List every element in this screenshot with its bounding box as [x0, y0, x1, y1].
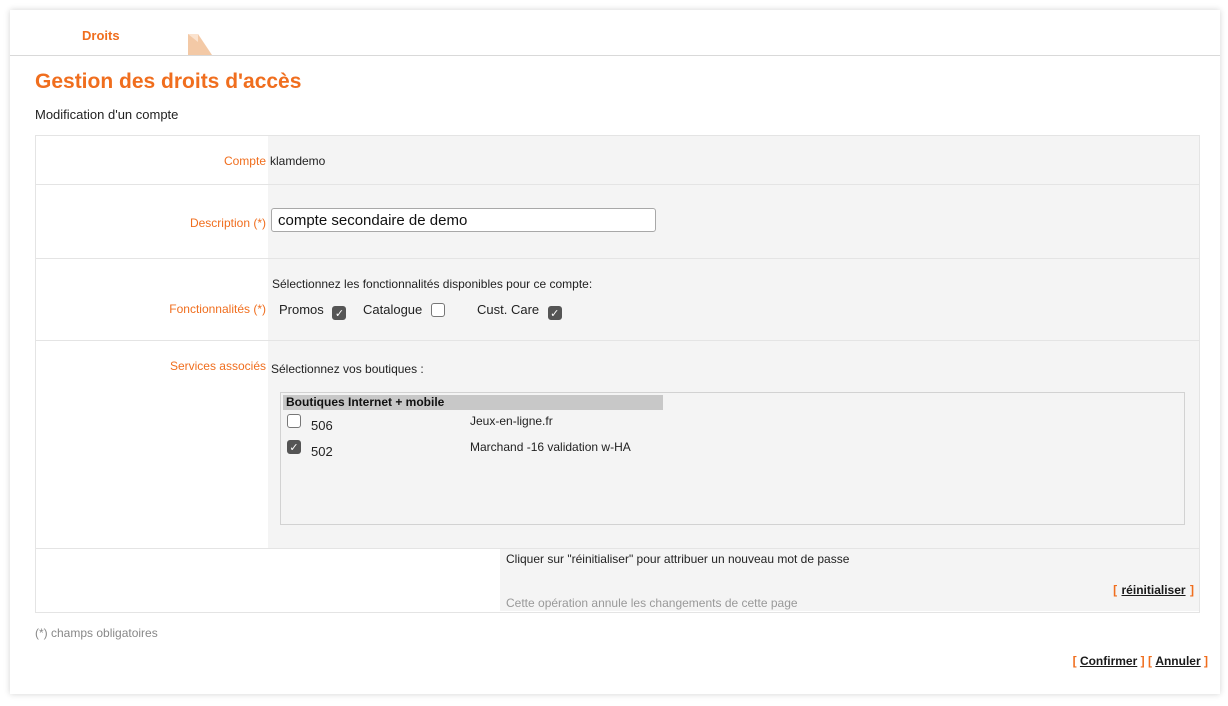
services-prompt: Sélectionnez vos boutiques : [271, 362, 424, 376]
confirm-link[interactable]: Confirmer [1080, 654, 1137, 668]
bracket-close: ] [1190, 583, 1194, 597]
reset-password-link[interactable]: réinitialiser [1122, 583, 1186, 597]
account-value-cell: klamdemo [268, 136, 1199, 184]
required-fields-note: (*) champs obligatoires [35, 626, 158, 640]
description-cell [268, 185, 1199, 258]
page-title: Gestion des droits d'accès [35, 70, 302, 93]
account-form: Compte klamdemo Description (*) Fonction… [35, 135, 1200, 613]
shop-row[interactable]: ✓ 502 Marchand -16 validation w-HA [287, 440, 1167, 462]
bracket-open: [ [1113, 583, 1118, 597]
tab-droits[interactable]: Droits [82, 28, 120, 43]
feature-promos[interactable]: Promos ✓ [279, 302, 347, 320]
page-frame: Droits Gestion des droits d'accès Modifi… [10, 10, 1220, 694]
feature-promos-label: Promos [279, 302, 324, 317]
services-cell: Sélectionnez vos boutiques : Boutiques I… [268, 341, 1199, 548]
form-actions: [ Confirmer ] [ Annuler ] [1073, 654, 1208, 668]
reset-warning: Cette opération annule les changements d… [506, 596, 798, 610]
tab-bar: Droits [10, 10, 1220, 56]
shop-502-checkbox[interactable]: ✓ [287, 440, 301, 454]
description-input[interactable] [271, 208, 656, 232]
row-reset: Cliquer sur "réinitialiser" pour attribu… [36, 549, 1199, 611]
cancel-link[interactable]: Annuler [1155, 654, 1200, 668]
shop-row[interactable]: 506 Jeux-en-ligne.fr [287, 414, 1167, 436]
shop-name: Marchand -16 validation w-HA [470, 440, 631, 454]
account-value: klamdemo [270, 154, 326, 168]
row-description: Description (*) [36, 185, 1199, 259]
shop-506-checkbox[interactable] [287, 414, 301, 428]
feature-catalogue-label: Catalogue [363, 302, 423, 317]
reset-panel: Cliquer sur "réinitialiser" pour attribu… [500, 549, 1199, 611]
page-subtitle: Modification d'un compte [35, 107, 179, 122]
bracket-open: [ [1072, 654, 1077, 668]
features-prompt: Sélectionnez les fonctionnalités disponi… [272, 277, 593, 291]
bracket-open: [ [1147, 654, 1152, 668]
shops-listbox[interactable]: Boutiques Internet + mobile 506 Jeux-en-… [280, 392, 1185, 525]
reset-link-group: [ réinitialiser ] [1113, 581, 1194, 599]
feature-cust-care[interactable]: Cust. Care ✓ [477, 302, 562, 320]
features-label: Fonctionnalités (*) [169, 302, 266, 316]
tab-corner-icon [188, 34, 212, 55]
bracket-close: ] [1204, 654, 1208, 668]
feature-cust-care-checkbox[interactable]: ✓ [547, 306, 562, 320]
description-label: Description (*) [189, 216, 266, 230]
feature-cust-care-label: Cust. Care [477, 302, 540, 317]
shops-group-header: Boutiques Internet + mobile [283, 395, 663, 410]
features-cell: Sélectionnez les fonctionnalités disponi… [268, 259, 1199, 340]
account-label: Compte [223, 154, 266, 168]
shop-id: 506 [311, 418, 333, 433]
row-features: Fonctionnalités (*) Sélectionnez les fon… [36, 259, 1199, 341]
feature-catalogue[interactable]: Catalogue [363, 302, 445, 317]
feature-catalogue-checkbox[interactable] [430, 303, 445, 317]
bracket-close: ] [1140, 654, 1145, 668]
shop-id: 502 [311, 444, 333, 459]
shop-name: Jeux-en-ligne.fr [470, 414, 553, 428]
row-account: Compte klamdemo [36, 136, 1199, 185]
services-label: Services associés [169, 359, 266, 373]
reset-info: Cliquer sur "réinitialiser" pour attribu… [506, 552, 850, 566]
row-services: Services associés Sélectionnez vos bouti… [36, 341, 1199, 549]
feature-promos-checkbox[interactable]: ✓ [332, 306, 347, 320]
